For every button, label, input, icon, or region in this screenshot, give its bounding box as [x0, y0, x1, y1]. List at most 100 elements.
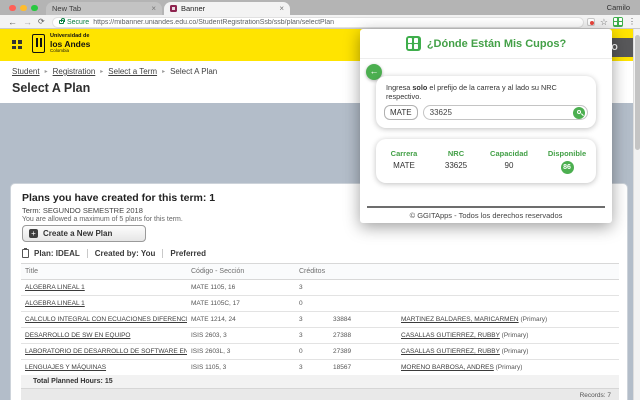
career-prefix-field[interactable]: MATE	[384, 105, 418, 120]
course-link[interactable]: LABORATORIO DE DESARROLLO DE SOFTWARE EN…	[25, 348, 187, 355]
result-capacidad: 90	[480, 161, 538, 174]
col-crn[interactable]	[329, 264, 397, 280]
bookmark-star-icon[interactable]: ☆	[600, 17, 608, 27]
popup-footer: © GGITApps - Todos los derechos reservad…	[360, 211, 612, 220]
plans-table: Title Código - Sección Créditos ALGEBRA …	[21, 263, 619, 392]
table-row: DESARROLLO DE SW EN EQUIPO ISIS 2603, 3 …	[21, 328, 619, 344]
result-header-capacidad: Capacidad	[480, 149, 538, 158]
uniandes-logo: Universidad de los Andes Colombia	[32, 34, 90, 53]
cupos-logo-icon	[406, 36, 421, 51]
table-row: CALCULO INTEGRAL CON ECUACIONES DIFERENC…	[21, 312, 619, 328]
total-planned-hours: Total Planned Hours: 15	[21, 375, 619, 389]
divider	[162, 249, 163, 258]
chrome-profile-name[interactable]: Camilo	[607, 3, 630, 12]
breadcrumb-select-a-term[interactable]: Select a Term	[108, 67, 157, 76]
plan-name-label[interactable]: Plan: IDEAL	[34, 249, 80, 258]
term-label: Term: SEGUNDO SEMESTRE 2018	[22, 206, 143, 215]
result-header-disponible: Disponible	[538, 149, 596, 158]
table-row: LENGUAJES Y MÁQUINAS ISIS 1105, 3 3 1856…	[21, 360, 619, 376]
divider	[367, 206, 605, 208]
panel-title: Plans you have created for this term: 1	[22, 192, 215, 204]
cupos-extension-popup: ¿Dónde Están Mis Cupos? ← Ingresa solo e…	[360, 29, 612, 223]
address-bar[interactable]: Secure https://mibanner.uniandes.edu.co/…	[52, 17, 584, 28]
course-link[interactable]: ALGEBRA LINEAL 1	[25, 284, 85, 291]
logo-line3: Colombia	[50, 49, 90, 54]
back-icon[interactable]: ←	[8, 16, 17, 28]
create-new-plan-button[interactable]: + Create a New Plan	[22, 225, 146, 242]
tab-close-icon[interactable]: ×	[151, 5, 156, 13]
page-title: Select A Plan	[12, 81, 90, 95]
divider	[87, 249, 88, 258]
reload-icon[interactable]: ⟳	[38, 16, 45, 28]
tab-title: Banner	[181, 4, 275, 13]
plan-icon	[22, 249, 29, 258]
app-menu-icon[interactable]	[12, 40, 23, 50]
result-header-carrera: Carrera	[376, 149, 432, 158]
course-link[interactable]: LENGUAJES Y MÁQUINAS	[25, 364, 106, 371]
plan-created-by-label: Created by: You	[95, 249, 156, 258]
result-header-nrc: NRC	[432, 149, 480, 158]
table-row: ALGEBRA LINEAL 1 MATE 1105, 16 3	[21, 280, 619, 296]
nrc-value: 33625	[430, 108, 573, 117]
course-link[interactable]: ALGEBRA LINEAL 1	[25, 300, 85, 307]
tab-title: New Tab	[52, 4, 147, 13]
browser-toolbar: ← → ⟳ Secure https://mibanner.uniandes.e…	[0, 15, 640, 29]
browser-menu-icon[interactable]: ⋮	[628, 17, 636, 27]
search-icon	[577, 110, 581, 114]
col-creditos[interactable]: Créditos	[295, 264, 329, 280]
available-badge: 86	[561, 161, 574, 174]
instructor-link[interactable]: MORENO BARBOSA, ANDRES	[401, 364, 494, 371]
course-link[interactable]: CALCULO INTEGRAL CON ECUACIONES DIFERENC…	[25, 316, 187, 323]
breadcrumb-student[interactable]: Student	[12, 67, 40, 76]
search-card: Ingresa solo el prefijo de la carrera y …	[376, 76, 596, 128]
result-carrera: MATE	[376, 161, 432, 174]
instruction-text: Ingresa solo el prefijo de la carrera y …	[376, 76, 596, 105]
banner-favicon-icon	[170, 5, 177, 12]
max-plans-label: You are allowed a maximum of 5 plans for…	[22, 216, 183, 223]
nrc-input[interactable]: 33625	[423, 105, 588, 120]
plan-preferred-label: Preferred	[170, 249, 206, 258]
tab-close-icon[interactable]: ×	[279, 5, 284, 13]
cupos-extension-icon[interactable]	[613, 17, 623, 27]
tab-new-tab[interactable]: New Tab ×	[46, 2, 162, 15]
instructor-link[interactable]: CASALLAS GUTIERREZ, RUBBY	[401, 332, 500, 339]
col-instructor[interactable]	[397, 264, 564, 280]
close-window-button[interactable]	[9, 5, 16, 12]
screen: New Tab × Banner × Camilo ← → ⟳ Secure h…	[0, 0, 640, 400]
records-count: Records: 7	[21, 389, 619, 400]
scrollbar-thumb[interactable]	[635, 35, 640, 150]
lock-icon	[59, 20, 64, 24]
table-header-row: Title Código - Sección Créditos	[21, 264, 619, 280]
plan-meta-row: Plan: IDEAL Created by: You Preferred	[22, 249, 206, 258]
url-text[interactable]: https://mibanner.uniandes.edu.co/Student…	[93, 19, 334, 26]
breadcrumb-registration[interactable]: Registration	[53, 67, 96, 76]
breadcrumb: Student ▸ Registration ▸ Select a Term ▸…	[12, 67, 217, 76]
col-codigo-seccion[interactable]: Código - Sección	[187, 264, 295, 280]
extension-icon[interactable]	[587, 18, 595, 26]
tab-strip: New Tab × Banner × Camilo	[0, 0, 640, 15]
col-extra	[564, 264, 619, 280]
popup-header: ¿Dónde Están Mis Cupos?	[360, 29, 612, 59]
popup-title: ¿Dónde Están Mis Cupos?	[427, 38, 566, 50]
breadcrumb-separator: ▸	[45, 68, 48, 75]
forward-icon[interactable]: →	[23, 16, 32, 28]
course-link[interactable]: DESARROLLO DE SW EN EQUIPO	[25, 332, 130, 339]
breadcrumb-separator: ▸	[162, 68, 165, 75]
breadcrumb-separator: ▸	[100, 68, 103, 75]
search-button[interactable]	[573, 107, 585, 119]
instructor-link[interactable]: CASALLAS GUTIERREZ, RUBBY	[401, 348, 500, 355]
secure-label[interactable]: Secure	[67, 19, 89, 26]
plus-icon: +	[29, 229, 38, 238]
result-nrc: 33625	[432, 161, 480, 174]
col-title[interactable]: Title	[21, 264, 187, 280]
table-row: LABORATORIO DE DESARROLLO DE SOFTWARE EN…	[21, 344, 619, 360]
uniandes-emblem-icon	[32, 34, 45, 53]
instructor-link[interactable]: MARTINEZ BALDARES, MARICARMEN	[401, 316, 519, 323]
result-card: Carrera NRC Capacidad Disponible MATE 33…	[376, 139, 596, 183]
table-row: ALGEBRA LINEAL 1 MATE 1105C, 17 0	[21, 296, 619, 312]
minimize-window-button[interactable]	[20, 5, 27, 12]
tab-banner[interactable]: Banner ×	[164, 2, 290, 15]
page-scrollbar[interactable]	[633, 29, 640, 400]
maximize-window-button[interactable]	[31, 5, 38, 12]
breadcrumb-current: Select A Plan	[170, 67, 217, 76]
